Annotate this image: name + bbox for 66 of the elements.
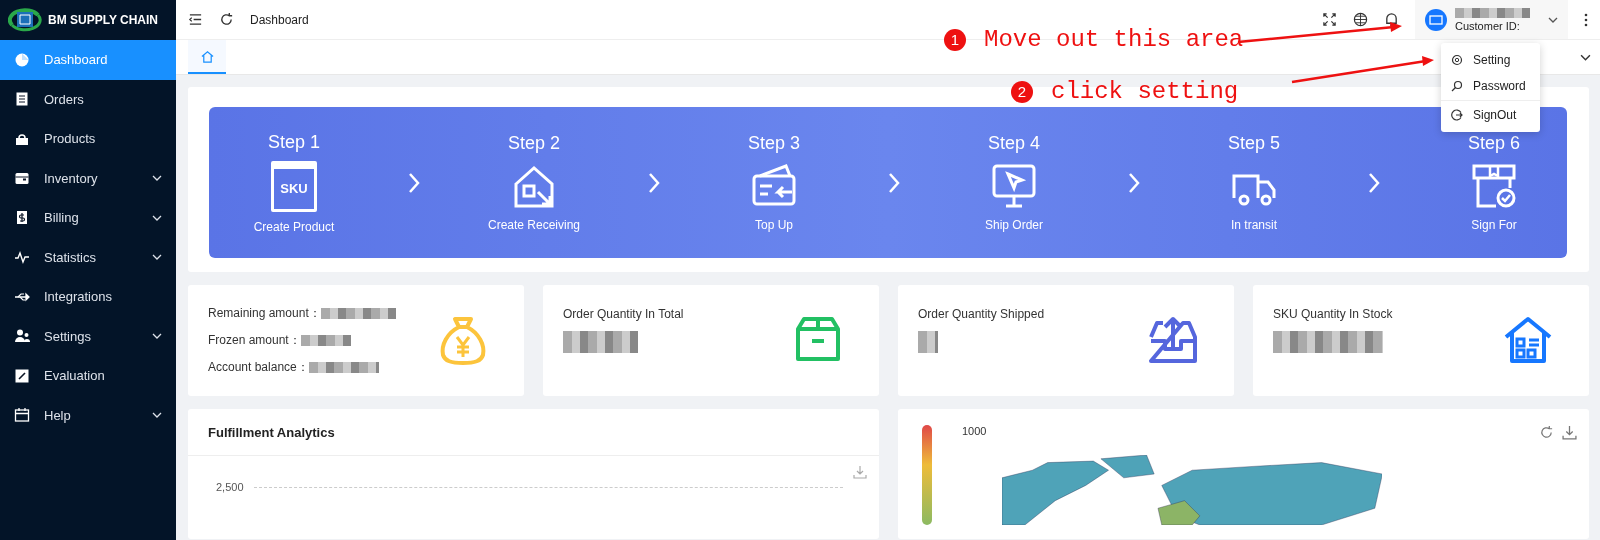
redacted-value bbox=[918, 331, 938, 353]
redacted-value bbox=[308, 362, 379, 373]
logout-icon bbox=[1451, 109, 1463, 121]
menu-item[interactable]: Setting bbox=[1441, 47, 1540, 73]
stat-title: SKU Quantity In Stock bbox=[1273, 307, 1393, 321]
sidebar-item[interactable]: Orders bbox=[0, 79, 176, 119]
logo-icon bbox=[8, 7, 42, 33]
menu-item-icon bbox=[14, 170, 30, 187]
menu-item-icon bbox=[14, 51, 30, 68]
customer-id-label: Customer ID: bbox=[1455, 19, 1521, 32]
stat-title: Order Quantity Shipped bbox=[918, 307, 1045, 321]
step-label: Sign For bbox=[1471, 218, 1517, 232]
sidebar-item[interactable]: Statistics bbox=[0, 237, 176, 277]
step-label: Top Up bbox=[755, 218, 793, 232]
step-icon bbox=[990, 162, 1038, 210]
avatar[interactable] bbox=[1425, 8, 1447, 31]
balance-label: Remaining amount： bbox=[208, 305, 321, 322]
sku-box-icon: SKU bbox=[271, 160, 317, 212]
fullscreen-icon[interactable] bbox=[1322, 12, 1337, 27]
search-icon bbox=[1451, 80, 1463, 92]
step-title: Step 1 bbox=[267, 131, 320, 153]
step-icon bbox=[1470, 162, 1518, 210]
step-label: Create Receiving bbox=[487, 218, 580, 232]
step-title: Step 3 bbox=[747, 133, 800, 154]
bell-icon[interactable] bbox=[1384, 12, 1399, 27]
brand-name: BM SUPPLY CHAIN bbox=[48, 13, 158, 27]
menu-item-icon bbox=[14, 367, 30, 384]
step-label: In transit bbox=[1231, 218, 1277, 232]
home-tab[interactable] bbox=[188, 40, 226, 74]
download-icon[interactable] bbox=[1562, 425, 1577, 440]
axis-tick-label: 2,500 bbox=[216, 481, 244, 493]
step-label: Create Product bbox=[253, 219, 335, 234]
refresh-icon[interactable] bbox=[219, 12, 234, 27]
step-label: Ship Order bbox=[985, 218, 1043, 232]
breadcrumb: Dashboard bbox=[250, 12, 310, 27]
sidebar-item[interactable]: Settings bbox=[0, 316, 176, 356]
menu-item-icon bbox=[14, 209, 30, 226]
more-icon[interactable] bbox=[1584, 12, 1588, 27]
menu-item-icon bbox=[14, 91, 30, 108]
sidebar-item[interactable]: Integrations bbox=[0, 277, 176, 317]
step-title: Step 4 bbox=[987, 133, 1040, 154]
step-title: Step 6 bbox=[1467, 133, 1520, 154]
panel-title: Fulfillment Analytics bbox=[188, 409, 879, 456]
menu-item[interactable]: SignOut bbox=[1441, 102, 1540, 128]
menu-item[interactable]: Password bbox=[1441, 73, 1540, 99]
step-title: Step 2 bbox=[507, 133, 560, 154]
stat-title: Order Quantity In Total bbox=[563, 307, 684, 321]
menu-item-icon bbox=[14, 407, 30, 424]
menu-item-icon bbox=[14, 249, 30, 266]
sidebar-item[interactable]: Evaluation bbox=[0, 356, 176, 396]
menu-item-icon bbox=[14, 328, 30, 345]
annotation-text: click setting bbox=[1051, 78, 1239, 105]
globe-icon[interactable] bbox=[1353, 12, 1368, 27]
sidebar-item[interactable]: Products bbox=[0, 119, 176, 159]
sidebar-item[interactable]: Billing bbox=[0, 198, 176, 238]
balance-label: Frozen amount： bbox=[208, 332, 301, 349]
sidebar-item[interactable]: Help bbox=[0, 395, 176, 435]
sidebar-item[interactable]: Inventory bbox=[0, 158, 176, 198]
balance-label: Account balance： bbox=[208, 359, 309, 376]
step-title: Step 5 bbox=[1227, 133, 1280, 154]
annotation-text: Move out this area bbox=[984, 26, 1244, 53]
redacted-value bbox=[300, 335, 351, 346]
legend-max-label: 1000 bbox=[962, 425, 988, 439]
settings-icon bbox=[1451, 54, 1463, 66]
home-icon bbox=[200, 49, 214, 63]
collapse-menu-icon[interactable] bbox=[188, 12, 203, 27]
